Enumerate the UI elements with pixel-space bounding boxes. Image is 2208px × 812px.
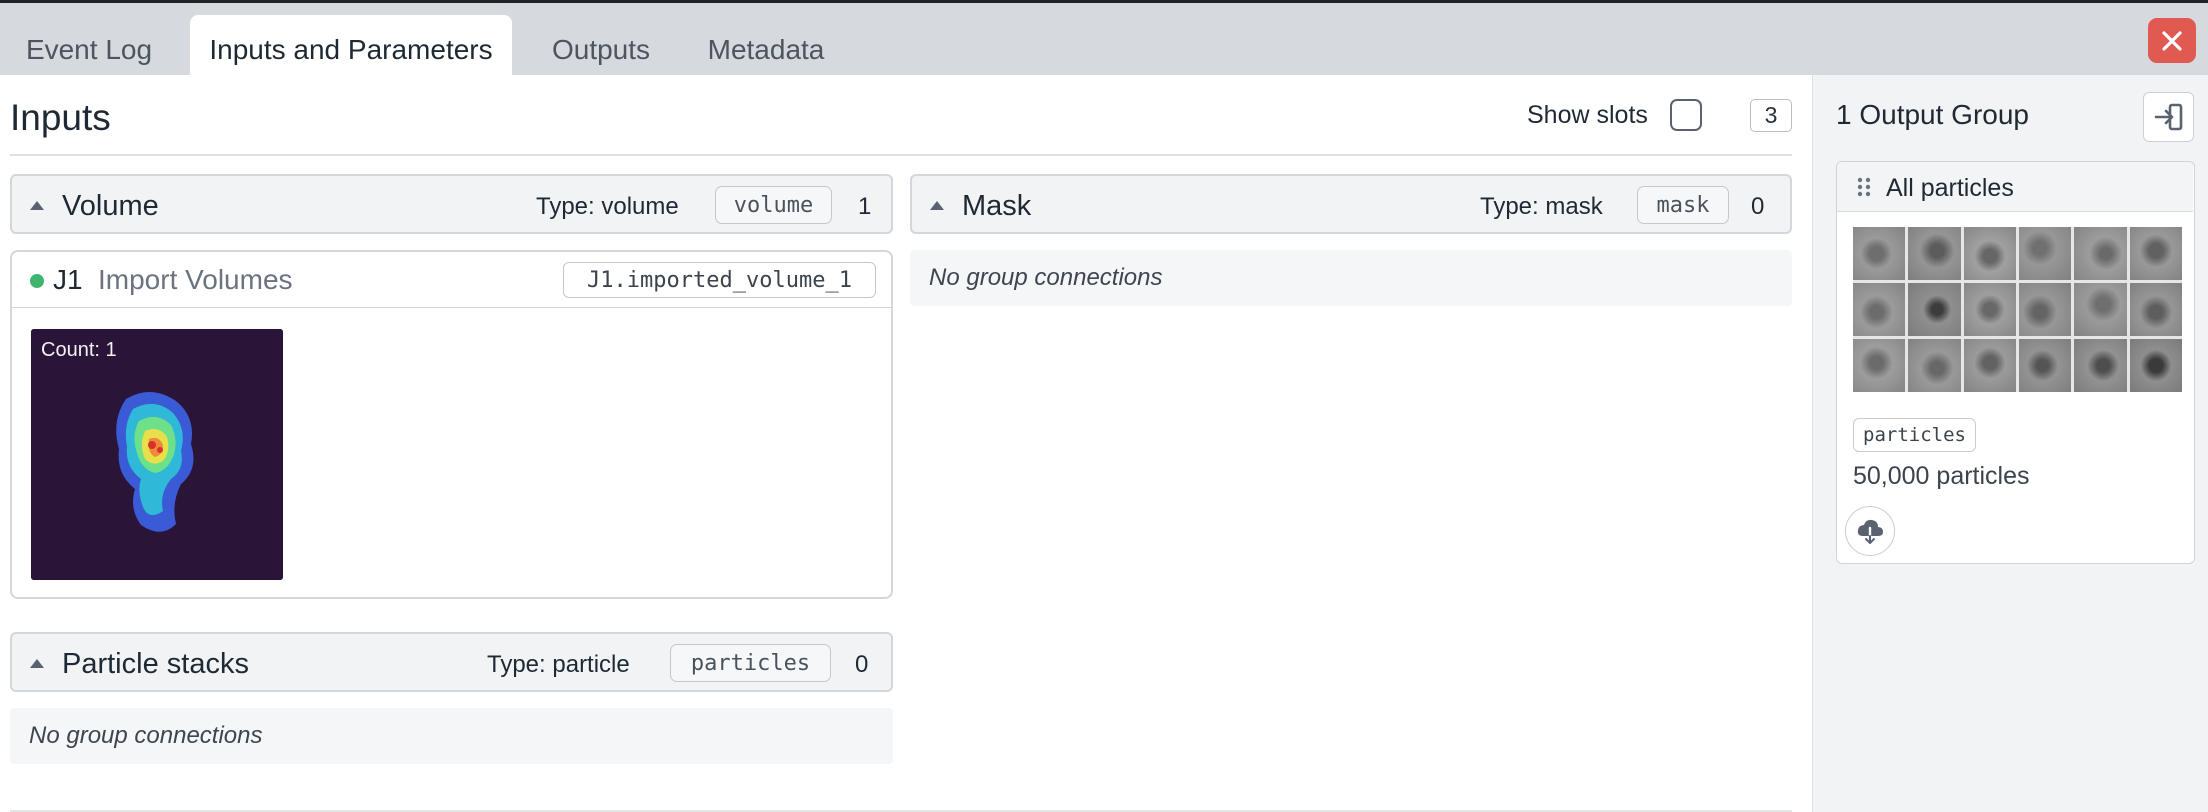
particle-thumbnail <box>2129 339 2182 392</box>
section-type: Type: mask <box>1480 193 1603 220</box>
particle-thumbnail <box>1963 283 2016 336</box>
drag-handle-icon[interactable] <box>1856 176 1872 198</box>
section-slot-code: volume <box>715 186 832 224</box>
particle-thumbnail <box>1853 227 1906 280</box>
section-name: Mask <box>962 190 1032 222</box>
collapse-caret-icon[interactable] <box>30 659 44 668</box>
mask-section-header[interactable]: Mask Type: mask mask 0 <box>910 174 1792 234</box>
particle-thumbnail <box>2018 339 2072 392</box>
volume-heatmap-image <box>31 329 283 580</box>
section-type: Type: volume <box>536 193 679 220</box>
particle-thumbnail <box>1963 227 2016 280</box>
particle-thumbnails <box>1853 227 2182 392</box>
collapse-panel-button[interactable] <box>2143 92 2194 142</box>
job-name: Import Volumes <box>98 264 293 295</box>
particle-thumbnail <box>1908 339 1961 392</box>
volume-section-header[interactable]: Volume Type: volume volume 1 <box>10 174 893 234</box>
thumbnail-count: Count: 1 <box>41 339 117 361</box>
close-icon <box>2162 30 2182 51</box>
particle-thumbnail <box>2018 283 2072 336</box>
group-connection-card: J1 Import Volumes J1.imported_volume_1 C… <box>10 250 893 599</box>
section-name: Volume <box>62 190 159 222</box>
particle-thumbnail <box>2074 283 2127 336</box>
particle-thumbnail <box>2129 283 2182 336</box>
output-group-card: All particles particles 50,000 particles <box>1836 161 2195 564</box>
output-slot-tag: particles <box>1853 418 1976 452</box>
volume-thumbnail: Count: 1 <box>31 329 283 580</box>
section-count: 1 <box>858 193 872 220</box>
particle-thumbnail <box>1908 283 1961 336</box>
close-button[interactable] <box>2148 18 2196 63</box>
particle-thumbnail <box>2074 339 2127 392</box>
cloud-download-icon <box>1857 519 1883 545</box>
output-group-header: All particles <box>1837 162 2193 212</box>
particle-thumbnail <box>1963 339 2016 392</box>
particle-thumbnail <box>2018 227 2072 280</box>
tab-inputs-and-parameters[interactable]: Inputs and Parameters <box>190 15 512 78</box>
no-connections-message: No group connections <box>910 250 1792 306</box>
output-groups-panel: 1 Output Group All particles particles 5… <box>1812 75 2208 812</box>
no-connections-message: No group connections <box>10 708 893 764</box>
particle-thumbnail <box>2074 227 2127 280</box>
output-group-name: All particles <box>1886 174 2014 202</box>
section-slot-code: particles <box>670 644 831 682</box>
tab-outputs[interactable]: Outputs <box>532 15 670 78</box>
particle-thumbnail <box>1853 339 1906 392</box>
connection-header: J1 Import Volumes J1.imported_volume_1 <box>12 252 891 308</box>
particle-thumbnail <box>2129 227 2182 280</box>
section-slot-code: mask <box>1637 186 1729 224</box>
inputs-panel: Inputs Show slots 3 Volume Type: volume … <box>0 75 1812 812</box>
inputs-count-badge: 3 <box>1750 99 1792 132</box>
particle-thumbnail <box>1908 227 1961 280</box>
inputs-title: Inputs <box>10 97 111 138</box>
output-name: J1.imported_volume_1 <box>563 262 876 298</box>
section-type: Type: particle <box>487 651 630 678</box>
section-count: 0 <box>855 651 869 678</box>
output-groups-title: 1 Output Group <box>1836 99 2030 130</box>
tab-bar: Event Log Inputs and Parameters Outputs … <box>0 0 2208 78</box>
collapse-caret-icon[interactable] <box>30 201 44 210</box>
tab-metadata[interactable]: Metadata <box>690 15 842 78</box>
particle-thumbnail <box>1853 283 1906 336</box>
status-dot <box>30 274 44 288</box>
particle-count: 50,000 particles <box>1853 462 2030 490</box>
collapse-caret-icon[interactable] <box>930 201 944 210</box>
download-button[interactable] <box>1845 506 1895 556</box>
show-slots-label: Show slots <box>1527 101 1648 129</box>
particle-stacks-section-header[interactable]: Particle stacks Type: particle particles… <box>10 632 893 692</box>
job-id[interactable]: J1 <box>53 264 83 296</box>
sign-in-icon <box>2154 103 2182 131</box>
section-count: 0 <box>1751 193 1765 220</box>
tab-event-log[interactable]: Event Log <box>8 15 170 78</box>
show-slots-checkbox[interactable] <box>1670 99 1702 131</box>
section-name: Particle stacks <box>62 648 249 680</box>
title-divider <box>10 154 1792 156</box>
